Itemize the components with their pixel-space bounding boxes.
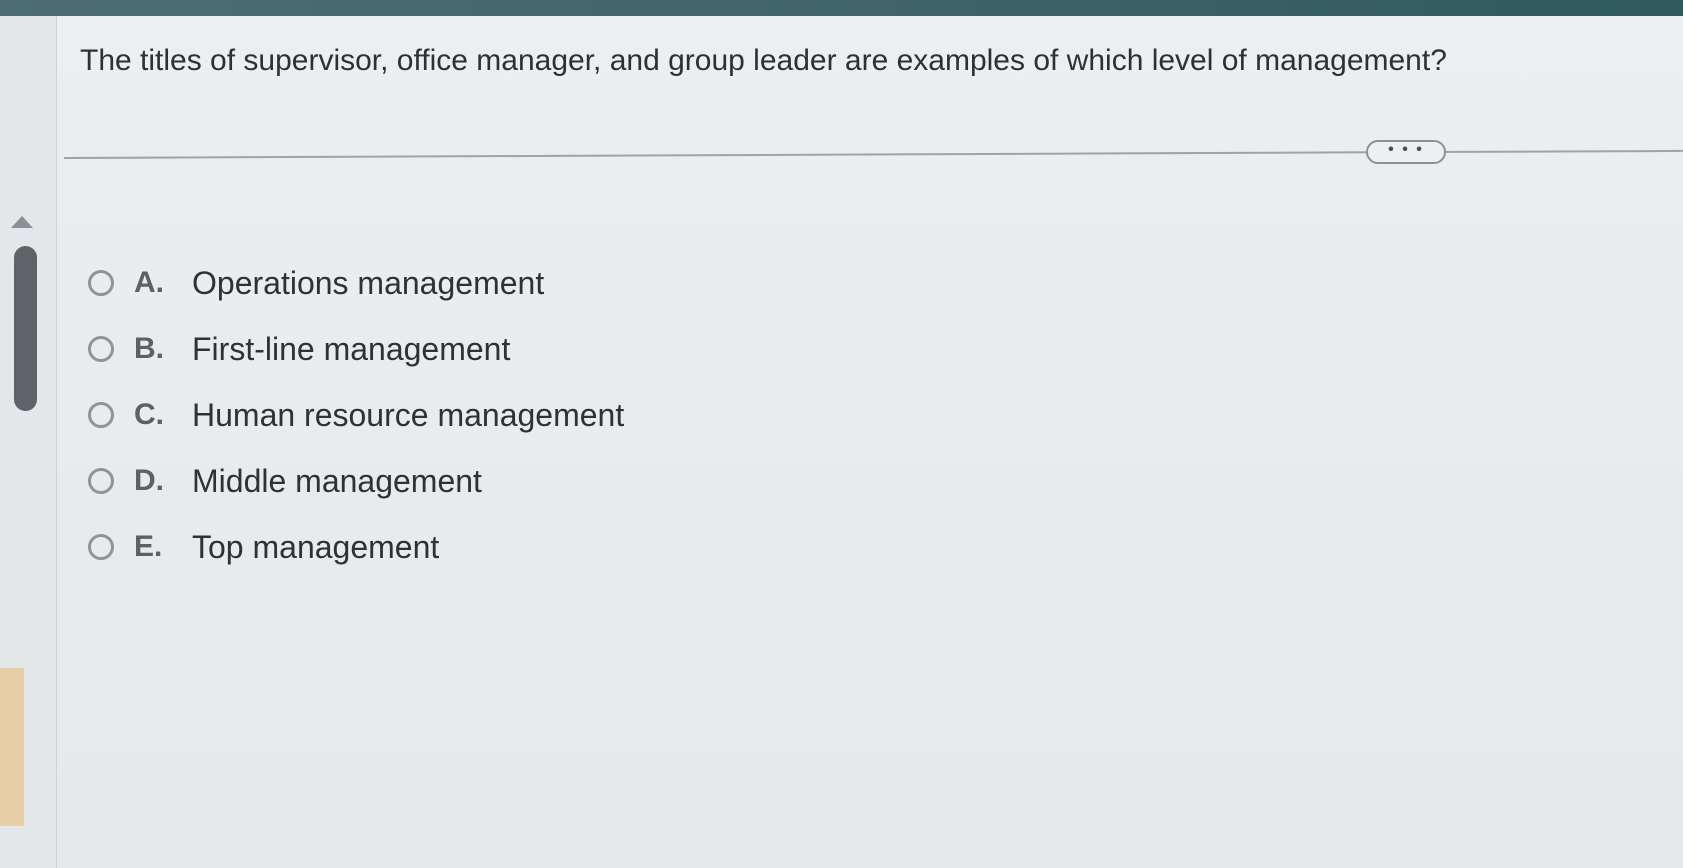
- option-label: Middle management: [192, 462, 482, 499]
- option-label: First-line management: [192, 330, 511, 367]
- option-letter: B.: [134, 332, 164, 365]
- option-label: Human resource management: [192, 396, 625, 433]
- scrollbar-thumb[interactable]: [14, 246, 37, 411]
- window-top-strip: [0, 0, 1683, 16]
- radio-icon[interactable]: [88, 468, 114, 494]
- option-label: Operations management: [192, 264, 545, 301]
- option-letter: A.: [134, 266, 164, 299]
- option-c[interactable]: C. Human resource management: [88, 382, 624, 448]
- answer-options: A. Operations management B. First-line m…: [88, 250, 624, 580]
- question-text: The titles of supervisor, office manager…: [80, 44, 1447, 77]
- option-a[interactable]: A. Operations management: [88, 250, 624, 316]
- side-edge-tab: [0, 668, 24, 826]
- more-options-button[interactable]: • • •: [1366, 140, 1446, 164]
- scroll-up-icon[interactable]: [11, 216, 33, 228]
- option-letter: C.: [134, 398, 164, 431]
- radio-icon[interactable]: [88, 402, 114, 428]
- option-b[interactable]: B. First-line management: [88, 316, 624, 382]
- radio-icon[interactable]: [88, 270, 114, 296]
- option-letter: E.: [134, 530, 163, 563]
- option-d[interactable]: D. Middle management: [88, 448, 624, 514]
- option-letter: D.: [134, 464, 164, 497]
- option-e[interactable]: E. Top management: [88, 514, 624, 580]
- radio-icon[interactable]: [88, 534, 114, 560]
- radio-icon[interactable]: [88, 336, 114, 362]
- option-label: Top management: [192, 528, 440, 565]
